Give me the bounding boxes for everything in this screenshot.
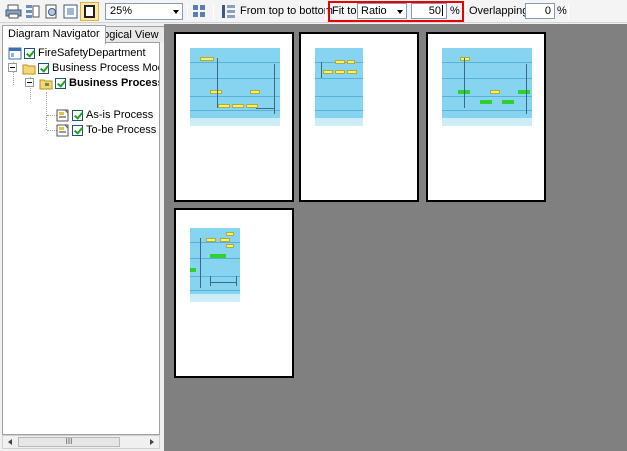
toolbar-separator — [325, 4, 326, 19]
checkbox[interactable] — [55, 77, 66, 89]
tree-item-to-be[interactable]: To-be Process — [56, 123, 156, 137]
tree-item-label: To-be Process — [86, 124, 157, 136]
diagram-thumbnail — [190, 48, 280, 126]
diagram-folder-icon — [39, 77, 53, 90]
tree-item-label: FireSafetyDepartment — [38, 47, 146, 59]
page-order-icon[interactable] — [220, 3, 237, 20]
page-order-label[interactable]: From top to bottom — [240, 5, 333, 17]
zoom-value: 25% — [110, 5, 133, 17]
tree-connector — [46, 92, 47, 130]
overlapping-unit: % — [557, 5, 567, 17]
fit-to-label: Fit to: — [332, 5, 360, 17]
toolbar-separator — [568, 4, 569, 19]
fit-ratio-input[interactable]: 50 — [411, 3, 447, 19]
diagram-thumbnail — [190, 228, 240, 302]
fit-page-icon[interactable] — [62, 3, 79, 20]
print-preview-area — [164, 24, 627, 451]
tab-diagram-navigator[interactable]: Diagram Navigator — [2, 25, 106, 44]
tree-item-label: Business Process D — [69, 77, 160, 89]
horizontal-scrollbar[interactable]: III — [2, 435, 160, 449]
toolbar-separator — [213, 4, 214, 19]
diagram-thumbnail — [442, 48, 532, 126]
preview-page[interactable] — [299, 32, 419, 202]
diagram-tree: FireSafetyDepartment Business Process Mo… — [2, 42, 160, 435]
toolbar-separator — [465, 4, 466, 19]
checkbox[interactable] — [24, 47, 35, 59]
overlapping-input[interactable]: 0 — [525, 3, 555, 19]
grid-icon[interactable] — [191, 3, 208, 20]
print-preview-toolbar: 25% From top to bottom Fit to: Ratio 50 … — [0, 0, 627, 23]
project-icon — [8, 47, 22, 60]
fit-mode-value: Ratio — [361, 5, 387, 17]
diagram-thumbnail — [315, 48, 363, 126]
collapse-icon[interactable] — [8, 63, 17, 72]
scroll-right-icon[interactable] — [145, 436, 159, 448]
preview-page[interactable] — [174, 32, 294, 202]
overlapping-value: 0 — [544, 5, 551, 17]
checkbox[interactable] — [72, 124, 83, 136]
zoom-dropdown[interactable]: 25% — [105, 3, 183, 20]
preview-page[interactable] — [174, 208, 294, 378]
fit-ratio-unit: % — [450, 5, 460, 17]
scroll-thumb[interactable]: III — [18, 437, 120, 447]
checkbox[interactable] — [38, 62, 49, 74]
bpd-diagram-icon — [56, 124, 70, 137]
bpd-diagram-icon — [56, 109, 70, 122]
overlapping-label: Overlapping: — [469, 5, 532, 17]
checkbox[interactable] — [72, 109, 83, 121]
scroll-left-icon[interactable] — [3, 436, 17, 448]
collapse-icon[interactable] — [25, 78, 34, 87]
toolbar-separator — [187, 4, 188, 19]
chevron-down-icon[interactable] — [169, 4, 182, 19]
navigator-panel: Diagram Navigator Logical View FireSafet… — [0, 24, 165, 451]
print-setup-icon[interactable] — [24, 3, 41, 20]
chevron-down-icon[interactable] — [393, 4, 406, 19]
preview-page[interactable] — [426, 32, 546, 202]
tree-item-group[interactable]: Business Process D — [39, 76, 160, 90]
tree-item-root[interactable]: FireSafetyDepartment — [8, 46, 146, 60]
tree-item-label: As-is Process — [86, 109, 154, 121]
text-caret — [442, 5, 443, 16]
tree-item-model[interactable]: Business Process Modeling — [22, 61, 159, 75]
page-setup-icon[interactable] — [43, 3, 60, 20]
preview-mode-icon[interactable] — [80, 2, 99, 21]
fit-mode-dropdown[interactable]: Ratio — [357, 3, 407, 19]
folder-icon — [22, 62, 36, 75]
tree-item-label: Business Process Modeling — [52, 62, 159, 74]
tree-item-as-is[interactable]: As-is Process — [56, 108, 153, 122]
fit-ratio-value: 50 — [428, 5, 441, 17]
navigator-tabs: Diagram Navigator Logical View — [2, 25, 165, 44]
print-icon[interactable] — [5, 3, 22, 20]
